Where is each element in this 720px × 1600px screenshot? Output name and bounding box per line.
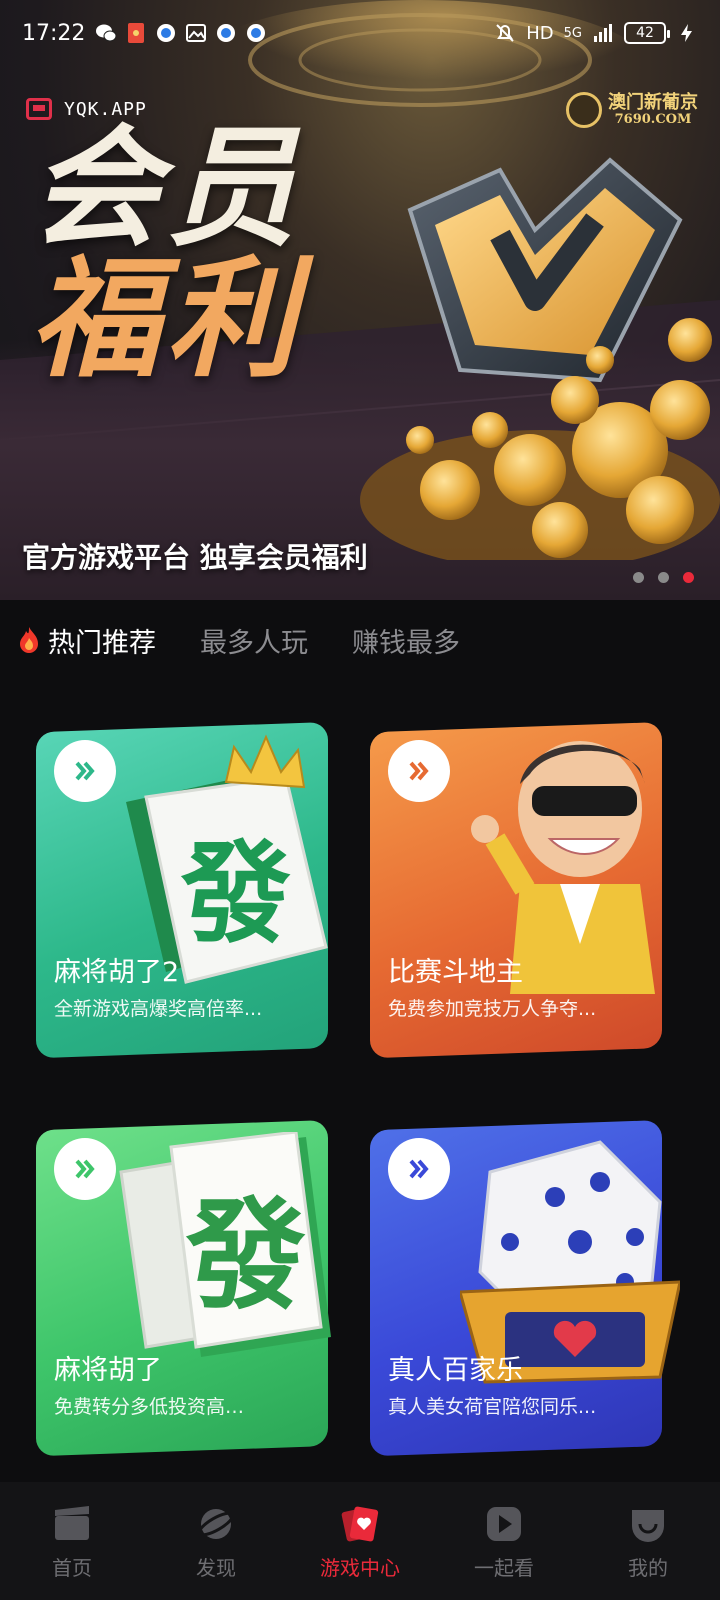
- card-subtitle: 免费转分多低投资高…: [54, 1396, 245, 1418]
- tile-character: 發: [185, 1185, 306, 1326]
- charging-bolt-icon: [681, 24, 692, 42]
- tab-most-played[interactable]: 最多人玩: [200, 621, 308, 660]
- game-card-baccarat[interactable]: 真人百家乐 真人美女荷官陪您同乐...: [370, 1120, 680, 1457]
- signal-5g-label: 5G: [563, 25, 582, 41]
- nav-label: 发现: [196, 1556, 236, 1580]
- brand-name: 澳门新葡京: [608, 91, 698, 113]
- mahjong-tiles-art: 發: [119, 1132, 331, 1357]
- card-subtitle: 全新游戏高爆奖高倍率...: [54, 998, 263, 1020]
- gold-coins-art: [360, 318, 720, 560]
- nav-item-watch-together[interactable]: 一起看: [444, 1504, 564, 1581]
- battery-level: 42: [636, 25, 654, 41]
- card-title: 比赛斗地主: [388, 957, 523, 988]
- tab-label: 最多人玩: [200, 627, 308, 659]
- signal-bars-icon: [594, 24, 612, 42]
- promo-banner[interactable]: YQK.APP 澳门新葡京 7690.COM 会员 福利 官方游戏平台 独享会员…: [0, 0, 720, 600]
- gallery-icon: [186, 24, 207, 42]
- banner-dot[interactable]: [658, 572, 669, 583]
- banner-caption: 官方游戏平台 独享会员福利: [22, 541, 368, 574]
- banner-dot[interactable]: [633, 572, 644, 583]
- browser-q-icon: [247, 24, 266, 42]
- game-card-mahjong-2[interactable]: 發 麻将胡了2 全新游戏高爆奖高倍率...: [36, 722, 328, 1059]
- card-heart-icon: [341, 1506, 379, 1542]
- browser-q-icon: [157, 24, 176, 42]
- double-chevron-right-icon: [75, 761, 95, 781]
- game-card-mahjong[interactable]: 發 麻将胡了 免费转分多低投资高…: [36, 1120, 331, 1457]
- wechat-icon: [96, 24, 117, 42]
- battery-indicator: 42: [624, 22, 670, 44]
- nav-item-home[interactable]: 首页: [12, 1504, 132, 1581]
- double-chevron-right-icon: [75, 1159, 95, 1179]
- double-chevron-right-icon: [409, 761, 429, 781]
- brand-domain: 7690.COM: [614, 111, 692, 127]
- nav-label: 一起看: [474, 1556, 534, 1580]
- status-time: 17:22: [22, 20, 86, 46]
- tab-hot-recommend[interactable]: 热门推荐: [18, 621, 156, 660]
- card-subtitle: 真人美女荷官陪您同乐...: [388, 1396, 597, 1418]
- mute-bell-icon: [496, 24, 514, 42]
- nav-label: 游戏中心: [320, 1556, 400, 1580]
- card-arrow-button[interactable]: [54, 740, 116, 802]
- nav-item-profile[interactable]: 我的: [588, 1504, 708, 1581]
- banner-headline-line2: 福利: [30, 241, 303, 395]
- game-card-doudizhu[interactable]: 比赛斗地主 免费参加竞技万人争夺...: [370, 722, 662, 1059]
- banner-headline-line1: 会员: [30, 111, 303, 264]
- tab-most-earning[interactable]: 赚钱最多: [352, 621, 460, 660]
- browser-q-icon: [217, 24, 236, 42]
- card-arrow-button[interactable]: [388, 740, 450, 802]
- double-chevron-right-icon: [409, 1159, 429, 1179]
- planet-icon: [197, 1509, 235, 1539]
- tab-label: 热门推荐: [48, 627, 156, 659]
- brand-logo: 澳门新葡京 7690.COM: [566, 92, 698, 128]
- nav-item-discover[interactable]: 发现: [156, 1504, 276, 1581]
- banner-headline: 会员 福利: [30, 111, 303, 395]
- card-title: 麻将胡了: [54, 1355, 162, 1386]
- card-title: 麻将胡了2: [54, 957, 180, 988]
- status-bar: 17:22 HD 5G 42: [0, 0, 720, 66]
- tab-label: 赚钱最多: [352, 627, 460, 659]
- banner-dot-active[interactable]: [683, 572, 694, 583]
- brand-seal-icon: [566, 92, 602, 128]
- tile-character: 發: [180, 829, 291, 958]
- banner-pagination: [633, 572, 694, 583]
- category-tabs: 热门推荐 最多人玩 赚钱最多: [18, 615, 504, 665]
- nav-item-game-center[interactable]: 游戏中心: [300, 1504, 420, 1581]
- clapperboard-icon: [55, 1506, 89, 1540]
- fire-icon: [20, 627, 38, 653]
- card-title: 真人百家乐: [388, 1355, 523, 1386]
- bottom-navigation: 首页 发现 游戏中心 一起看 我的: [0, 1482, 720, 1600]
- card-arrow-button[interactable]: [54, 1138, 116, 1200]
- network-hd-label: HD: [526, 22, 554, 44]
- nav-label: 首页: [52, 1556, 92, 1580]
- card-arrow-button[interactable]: [388, 1138, 450, 1200]
- card-subtitle: 免费参加竞技万人争夺...: [388, 998, 597, 1020]
- red-packet-icon: [128, 23, 145, 43]
- play-icon: [487, 1507, 521, 1541]
- nav-label: 我的: [628, 1556, 668, 1580]
- profile-icon: [632, 1510, 664, 1542]
